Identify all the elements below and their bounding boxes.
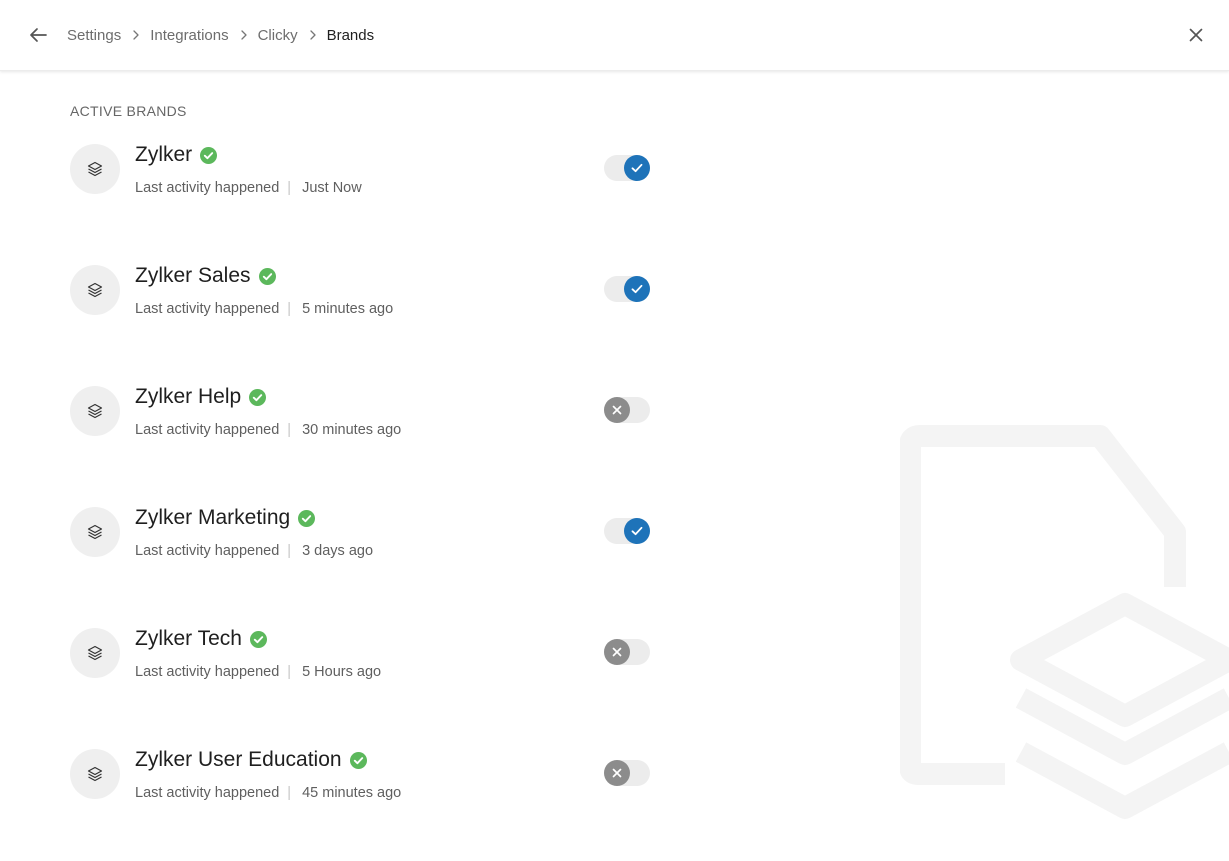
- toggle-knob: [604, 397, 630, 423]
- brand-row: Zylker Sales Last activity happened | 5 min…: [70, 264, 670, 321]
- x-icon: [612, 647, 622, 657]
- layers-icon: [87, 766, 103, 782]
- activity-time: 5 Hours ago: [302, 664, 382, 680]
- brand-title: Zylker: [135, 143, 218, 167]
- activity-time: Just Now: [302, 180, 362, 196]
- breadcrumb-integrations[interactable]: Integrations: [150, 27, 228, 44]
- toggle-knob: [604, 760, 630, 786]
- brand-activity: Last activity happened | 5 minutes ago: [135, 301, 393, 317]
- activity-label: Last activity happened: [135, 422, 280, 438]
- breadcrumb-brands: Brands: [326, 26, 375, 44]
- brand-toggle[interactable]: [604, 397, 650, 423]
- back-button[interactable]: [26, 23, 50, 47]
- brand-avatar: [70, 386, 120, 436]
- brand-activity: Last activity happened | 3 days ago: [135, 543, 373, 559]
- toggle-knob: [624, 155, 650, 181]
- check-circle-icon: [298, 509, 316, 527]
- brand-toggle[interactable]: [604, 276, 650, 302]
- breadcrumb: Settings Integrations Clicky Brands: [67, 25, 374, 45]
- activity-divider: |: [287, 301, 292, 317]
- brand-avatar: [70, 507, 120, 557]
- activity-divider: |: [287, 180, 292, 196]
- activity-divider: |: [287, 664, 292, 680]
- brand-avatar: [70, 749, 120, 799]
- check-icon: [631, 284, 643, 294]
- brand-row: Zylker Marketing Last activity happened | 3…: [70, 506, 670, 563]
- close-icon: [1189, 28, 1203, 42]
- breadcrumb-clicky[interactable]: Clicky: [258, 27, 298, 44]
- brand-toggle[interactable]: [604, 760, 650, 786]
- toggle-knob: [624, 276, 650, 302]
- section-title-active-brands: ACTIVE BRANDS: [70, 103, 187, 119]
- check-circle-icon: [200, 146, 218, 164]
- brand-activity: Last activity happened | 5 Hours ago: [135, 664, 381, 680]
- activity-divider: |: [287, 785, 292, 801]
- brand-row: Zylker Last activity happened | Just Now: [70, 143, 670, 200]
- brand-toggle[interactable]: [604, 155, 650, 181]
- check-circle-icon: [258, 267, 276, 285]
- chevron-right-icon: [240, 30, 247, 40]
- brand-row: Zylker Help Last activity happened | 30 min…: [70, 385, 670, 442]
- brand-row: Zylker Tech Last activity happened | 5 Hour…: [70, 627, 670, 684]
- activity-label: Last activity happened: [135, 301, 280, 317]
- activity-label: Last activity happened: [135, 180, 280, 196]
- activity-divider: |: [287, 543, 292, 559]
- brand-avatar: [70, 265, 120, 315]
- layers-icon: [87, 282, 103, 298]
- brand-row: Zylker User Education Last activity happe…: [70, 748, 670, 805]
- check-circle-icon: [249, 388, 267, 406]
- brand-title: Zylker Marketing: [135, 506, 316, 530]
- brand-name: Zylker Sales: [135, 264, 251, 287]
- brand-toggle[interactable]: [604, 639, 650, 665]
- brand-activity: Last activity happened | Just Now: [135, 180, 362, 196]
- activity-time: 3 days ago: [302, 543, 374, 559]
- brand-name: Zylker Help: [135, 385, 242, 408]
- brand-title: Zylker Sales: [135, 264, 276, 288]
- activity-divider: |: [287, 422, 292, 438]
- brand-title: Zylker Help: [135, 385, 267, 409]
- chevron-right-icon: [309, 30, 316, 40]
- chevron-right-icon: [133, 30, 139, 40]
- brand-title: Zylker Tech: [135, 627, 267, 651]
- activity-time: 5 minutes ago: [302, 301, 394, 317]
- check-icon: [631, 163, 643, 173]
- activity-time: 45 minutes ago: [302, 785, 402, 801]
- arrow-left-icon: [30, 28, 47, 42]
- toggle-knob: [624, 518, 650, 544]
- layers-icon: [87, 524, 103, 540]
- check-circle-icon: [249, 630, 267, 648]
- activity-label: Last activity happened: [135, 785, 280, 801]
- brand-name: Zylker User Education: [135, 748, 342, 771]
- brand-name: Zylker Marketing: [135, 506, 291, 529]
- activity-time: 30 minutes ago: [302, 422, 402, 438]
- activity-label: Last activity happened: [135, 543, 280, 559]
- x-icon: [612, 405, 622, 415]
- check-circle-icon: [349, 751, 367, 769]
- activity-label: Last activity happened: [135, 664, 280, 680]
- brand-toggle[interactable]: [604, 518, 650, 544]
- brand-title: Zylker User Education: [135, 748, 367, 772]
- brand-name: Zylker: [135, 143, 193, 166]
- header-bar: Settings Integrations Clicky Brands: [0, 0, 1229, 71]
- document-layers-icon: [900, 425, 1229, 819]
- layers-icon: [87, 645, 103, 661]
- toggle-knob: [604, 639, 630, 665]
- layers-icon: [87, 403, 103, 419]
- close-button[interactable]: [1184, 23, 1208, 47]
- layers-icon: [87, 161, 103, 177]
- brand-activity: Last activity happened | 30 minutes ago: [135, 422, 401, 438]
- brand-activity: Last activity happened | 45 minutes ago: [135, 785, 401, 801]
- brand-name: Zylker Tech: [135, 627, 242, 650]
- brand-avatar: [70, 628, 120, 678]
- x-icon: [612, 768, 622, 778]
- breadcrumb-settings[interactable]: Settings: [67, 27, 121, 44]
- check-icon: [631, 526, 643, 536]
- brand-avatar: [70, 144, 120, 194]
